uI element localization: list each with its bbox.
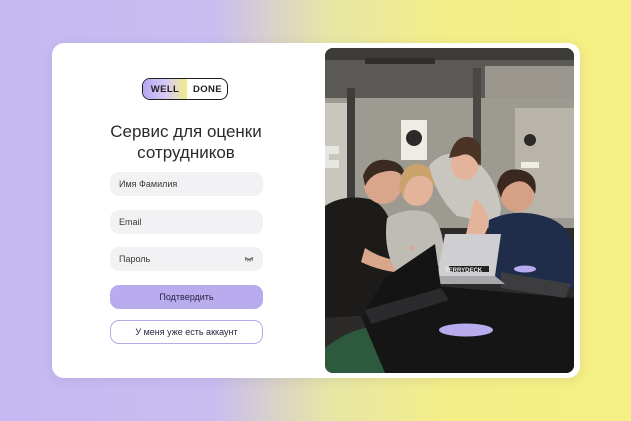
name-field[interactable]: Имя Фамилия [110, 172, 263, 196]
password-field[interactable]: Пароль [110, 247, 263, 271]
have-account-button[interactable]: У меня уже есть аккаунт [110, 320, 263, 344]
submit-button[interactable]: Подтвердить [110, 285, 263, 309]
brand-logo: WELL DONE [142, 78, 228, 100]
brand-logo-done: DONE [192, 83, 223, 95]
email-field-placeholder: Email [119, 217, 142, 227]
team-photo: TERRYDECK [325, 48, 574, 373]
password-field-placeholder: Пароль [119, 254, 151, 264]
eye-closed-icon[interactable] [244, 256, 254, 262]
brand-logo-well: WELL [143, 79, 188, 99]
laptop-sticker: TERRYDECK [445, 268, 483, 274]
page-title-line2: сотрудников [137, 143, 235, 162]
page-title-line1: Сервис для оценки [110, 122, 262, 141]
name-field-placeholder: Имя Фамилия [119, 179, 178, 189]
email-field[interactable]: Email [110, 210, 263, 234]
page-title: Сервис для оценки сотрудников [96, 121, 276, 163]
